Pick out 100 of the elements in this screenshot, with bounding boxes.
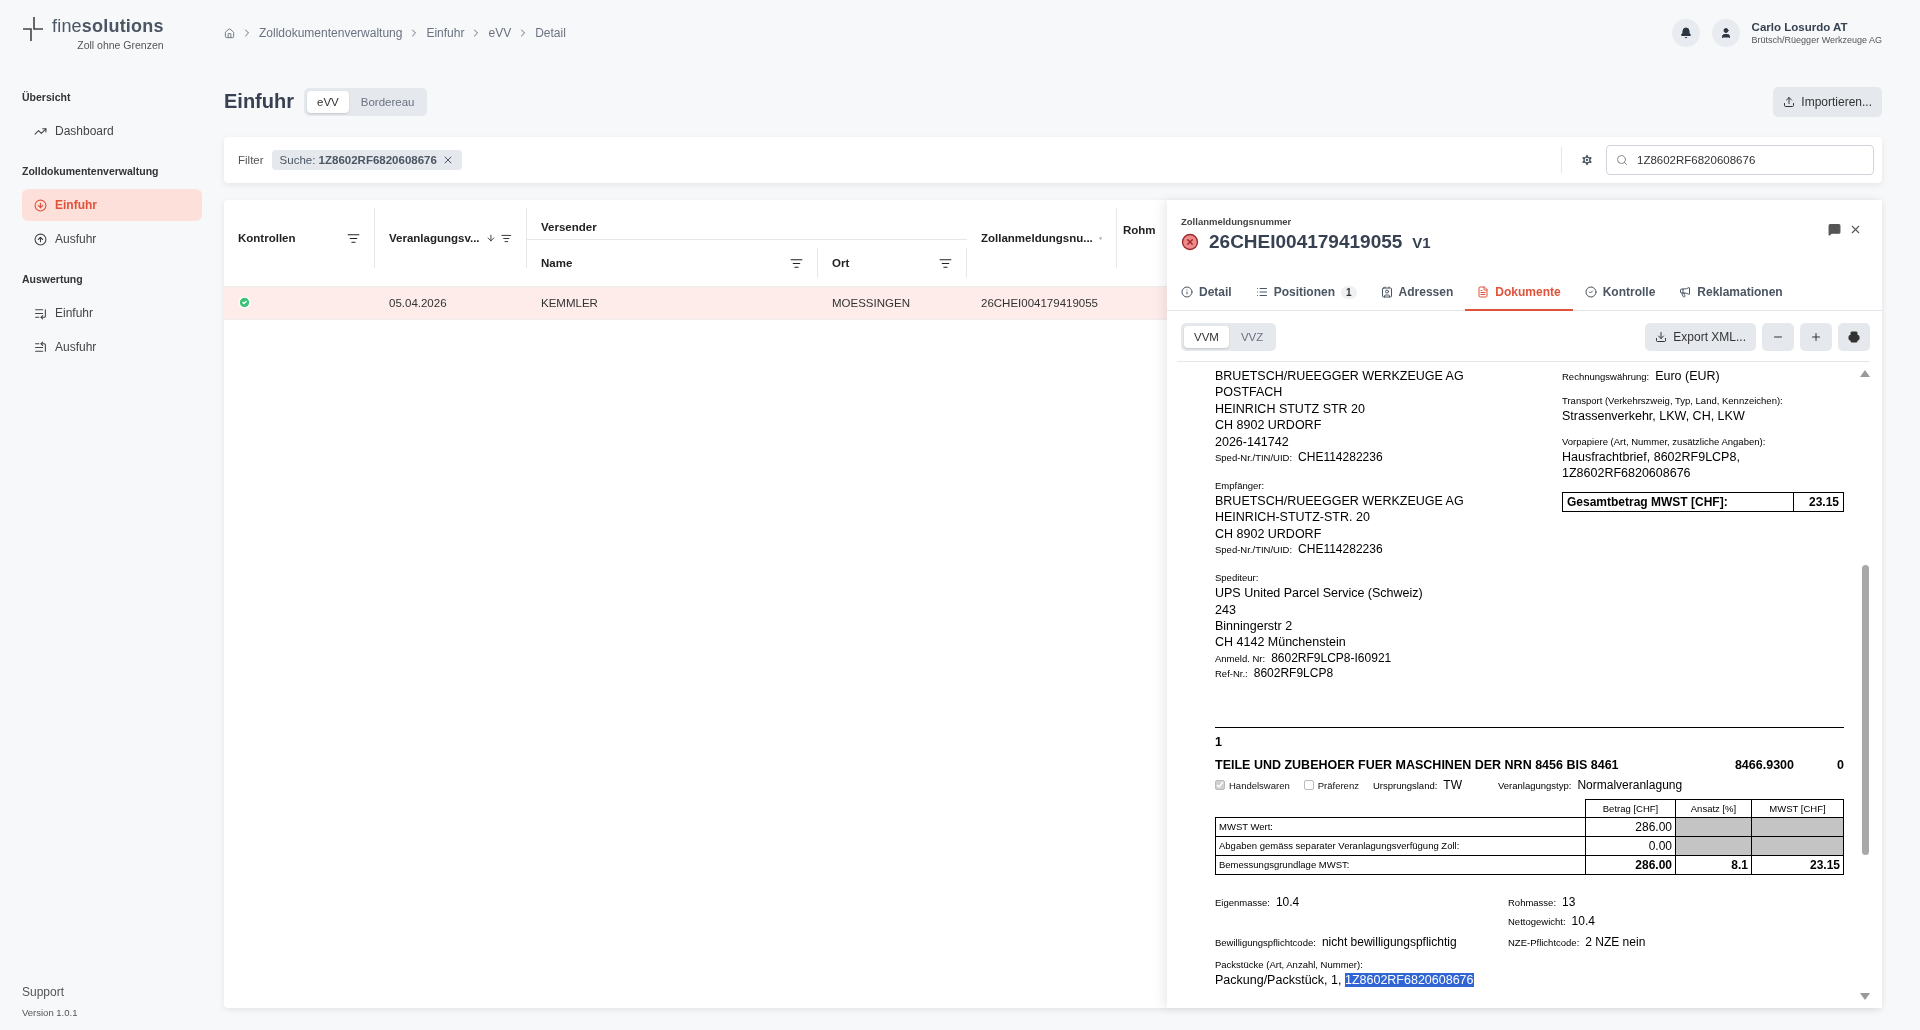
address-line: HEINRICH-STUTZ-STR. 20 bbox=[1215, 509, 1371, 526]
document-tab[interactable]: VVM bbox=[1184, 326, 1229, 348]
import-button[interactable]: Importieren... bbox=[1773, 86, 1882, 117]
user-company: Brütsch/Rüegger Werkzeuge AG bbox=[1751, 35, 1882, 45]
filter-label: Filter bbox=[238, 154, 264, 166]
field-label: Transport (Verkehrszweig, Typ, Land, Kennzeichen): bbox=[1562, 394, 1784, 409]
field-value: TW bbox=[1443, 777, 1462, 792]
field-label: Bewilligungspflichtcode: bbox=[1215, 935, 1316, 950]
document-icon bbox=[1477, 286, 1490, 298]
export-button[interactable]: Export XML... bbox=[1645, 323, 1756, 351]
field-value: 8602RF9LCP8 bbox=[1253, 665, 1334, 680]
address-line: CH 4142 Münchenstein bbox=[1215, 634, 1347, 651]
search-icon bbox=[1616, 154, 1628, 166]
sidebar-item[interactable]: Einfuhr bbox=[22, 297, 202, 329]
view-tab[interactable]: eVV bbox=[307, 90, 349, 113]
field-label: Anmeld. Nr: bbox=[1215, 651, 1266, 666]
detail-tab[interactable]: Detail bbox=[1169, 275, 1244, 311]
tariff-number: 8466.9300 bbox=[1734, 757, 1794, 772]
comment-icon bbox=[1828, 222, 1841, 236]
bell-icon bbox=[1679, 27, 1692, 39]
notifications-button[interactable] bbox=[1671, 19, 1700, 47]
detail-tab[interactable]: Reklamationen bbox=[1667, 275, 1795, 311]
table-cell-text: 05.04.2026 bbox=[388, 297, 448, 309]
address-line: POSTFACH bbox=[1215, 384, 1284, 401]
check-circle-icon bbox=[1584, 286, 1597, 298]
filter-chip[interactable]: Suche: 1Z8602RF6820608676 bbox=[271, 150, 462, 170]
field-value: CHE114282236 bbox=[1298, 542, 1383, 557]
column-header: Ort bbox=[832, 257, 851, 269]
address-line: Binningerstr 2 bbox=[1215, 618, 1294, 635]
zoom-in-button[interactable] bbox=[1800, 323, 1832, 351]
checkmark-icon bbox=[1216, 781, 1224, 790]
detail-tab[interactable]: Positionen 1 bbox=[1243, 275, 1369, 311]
print-button[interactable] bbox=[1838, 323, 1870, 351]
sidebar-item[interactable]: Ausfuhr bbox=[22, 331, 202, 363]
count-badge: 1 bbox=[1341, 285, 1357, 299]
field-label: Sped-Nr./TIN/UID: bbox=[1215, 543, 1293, 558]
checkbox[interactable] bbox=[1303, 780, 1314, 791]
field-label: Sped-Nr./TIN/UID: bbox=[1215, 451, 1293, 466]
section-title: Zolldokumentenverwaltung bbox=[22, 165, 160, 177]
view-tab[interactable]: Bordereau bbox=[350, 90, 425, 113]
breadcrumb-link[interactable]: Einfuhr bbox=[426, 26, 465, 40]
chip-text: Suche: 1Z8602RF6820608676 bbox=[279, 154, 437, 166]
field-value: nicht bewilligungspflichtig bbox=[1321, 934, 1457, 949]
address-line: HEINRICH STUTZ STR 20 bbox=[1215, 400, 1366, 418]
checkbox[interactable] bbox=[1215, 780, 1225, 791]
field-label: Rechnungswährung: bbox=[1562, 370, 1650, 384]
table-cell-text: KEMMLER bbox=[540, 297, 599, 309]
column-header: Veranlagungsv... bbox=[389, 232, 480, 244]
field-label: Rohmasse: bbox=[1508, 895, 1557, 910]
table-cell-text: MOESSINGEN bbox=[831, 297, 911, 309]
declaration-number: 26CHEI004179419055 bbox=[1209, 231, 1403, 253]
field-label: Eigenmasse: bbox=[1215, 895, 1270, 910]
brand-tagline: Zoll ohne Grenzen bbox=[77, 39, 164, 51]
breadcrumb-link[interactable]: Zolldokumentenverwaltung bbox=[259, 26, 403, 40]
settings-icon bbox=[1580, 153, 1594, 167]
table-cell-text: 26CHEI004179419055 bbox=[980, 297, 1100, 309]
detail-tab[interactable]: Adressen bbox=[1368, 275, 1466, 311]
scroll-up-icon[interactable] bbox=[1860, 370, 1870, 377]
field-label: Nettogewicht: bbox=[1508, 914, 1566, 929]
column-header: Betrag [CHF] bbox=[1585, 799, 1676, 818]
contact-icon bbox=[1380, 286, 1393, 298]
support-link[interactable]: Support bbox=[22, 985, 202, 999]
check-circle-icon bbox=[238, 295, 251, 309]
document-tab[interactable]: VVZ bbox=[1230, 326, 1274, 348]
arrow-down-icon bbox=[485, 232, 496, 244]
download-icon bbox=[1655, 331, 1668, 343]
field-label: Empfänger: bbox=[1215, 479, 1266, 494]
detail-tab[interactable]: Kontrolle bbox=[1572, 275, 1668, 311]
field-value: Hausfrachtbrief, 8602RF9LCP8, bbox=[1562, 448, 1741, 466]
table-cell: MWST Wert: bbox=[1215, 817, 1586, 837]
total-label: Gesamtbetrag MWST [CHF]: bbox=[1566, 493, 1729, 511]
brand-name: finesolutions bbox=[52, 16, 164, 37]
version-label: V1 bbox=[1412, 233, 1431, 251]
scroll-down-icon[interactable] bbox=[1860, 993, 1870, 1000]
field-value: 10.4 bbox=[1571, 913, 1595, 928]
column-header: Name bbox=[541, 257, 574, 269]
upload-icon bbox=[1783, 95, 1796, 108]
user-button[interactable] bbox=[1711, 19, 1740, 47]
field-label: Zollanmeldungsnummer bbox=[1181, 216, 1293, 227]
logo-icon bbox=[22, 16, 44, 42]
field-value: CHE114282236 bbox=[1298, 450, 1383, 465]
sidebar-item[interactable]: Dashboard bbox=[22, 115, 202, 147]
user-name: Carlo Losurdo AT bbox=[1751, 21, 1849, 33]
address-line: 243 bbox=[1215, 601, 1237, 619]
checkbox-label: Handelswaren bbox=[1229, 779, 1290, 791]
field-label: Ref-Nr.: bbox=[1215, 666, 1248, 681]
field-value: Euro (EUR) bbox=[1655, 368, 1720, 385]
column-header: Rohm bbox=[1123, 224, 1157, 236]
detail-tab[interactable]: Dokumente bbox=[1465, 275, 1573, 311]
breadcrumb-link[interactable]: Detail bbox=[535, 26, 566, 40]
list-icon bbox=[34, 306, 47, 320]
field-label: Packstücke (Art, Anzahl, Nummer): bbox=[1215, 957, 1364, 972]
version-text: Version 1.0.1 bbox=[22, 1007, 79, 1018]
sidebar-item[interactable]: Ausfuhr bbox=[22, 223, 202, 255]
search-field[interactable]: 1Z8602RF6820608676 bbox=[1606, 145, 1874, 175]
breadcrumb-link[interactable]: eVV bbox=[488, 26, 512, 40]
field-label: Spediteur: bbox=[1215, 571, 1260, 586]
table-row[interactable]: 05.04.2026 KEMMLER MOESSINGEN 26CHEI004179419055 bbox=[224, 286, 1167, 320]
printer-icon bbox=[1848, 331, 1860, 343]
address-line: CH 8902 URDORF bbox=[1215, 417, 1323, 434]
